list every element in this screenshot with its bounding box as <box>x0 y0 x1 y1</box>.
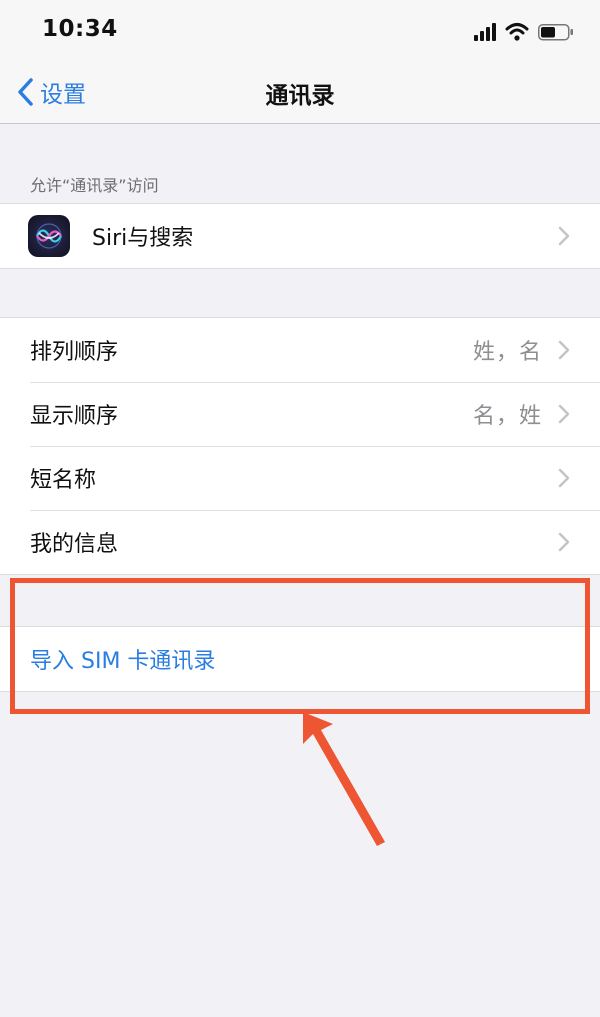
settings-group: 排列顺序 姓，名 显示顺序 名，姓 短名称 我的信息 <box>0 317 600 575</box>
display-order-value: 名，姓 <box>472 404 542 429</box>
back-button[interactable]: 设置 <box>16 74 86 110</box>
short-name-label: 短名称 <box>30 468 97 493</box>
cellular-signal-icon <box>474 23 496 41</box>
siri-icon <box>28 215 70 257</box>
siri-search-row[interactable]: Siri与搜索 <box>0 204 600 268</box>
chevron-right-icon <box>558 532 570 552</box>
annotation-arrow-icon <box>303 712 385 846</box>
status-icons <box>474 23 573 41</box>
status-time: 10:34 <box>42 16 118 42</box>
short-name-row[interactable]: 短名称 <box>0 446 600 510</box>
my-info-label: 我的信息 <box>30 532 119 557</box>
battery-icon <box>538 24 573 41</box>
access-group: Siri与搜索 <box>0 203 600 269</box>
section-header-access: 允许“通讯录”访问 <box>30 176 159 195</box>
chevron-right-icon <box>558 226 570 246</box>
wifi-icon <box>505 23 529 41</box>
sort-order-row[interactable]: 排列顺序 姓，名 <box>0 318 600 382</box>
navigation-bar: 通讯录 设置 <box>0 62 600 124</box>
chevron-right-icon <box>558 340 570 360</box>
display-order-row[interactable]: 显示顺序 名，姓 <box>0 382 600 446</box>
back-label: 设置 <box>40 82 86 108</box>
sort-order-label: 排列顺序 <box>30 340 119 365</box>
siri-search-label: Siri与搜索 <box>92 226 194 251</box>
chevron-right-icon <box>558 404 570 424</box>
annotation-highlight-box <box>10 578 590 714</box>
status-bar: 10:34 <box>0 0 600 62</box>
chevron-right-icon <box>558 468 570 488</box>
page-title: 通讯录 <box>265 83 335 109</box>
chevron-left-icon <box>18 78 33 106</box>
sort-order-value: 姓，名 <box>472 340 542 365</box>
my-info-row[interactable]: 我的信息 <box>0 510 600 574</box>
display-order-label: 显示顺序 <box>30 404 119 429</box>
